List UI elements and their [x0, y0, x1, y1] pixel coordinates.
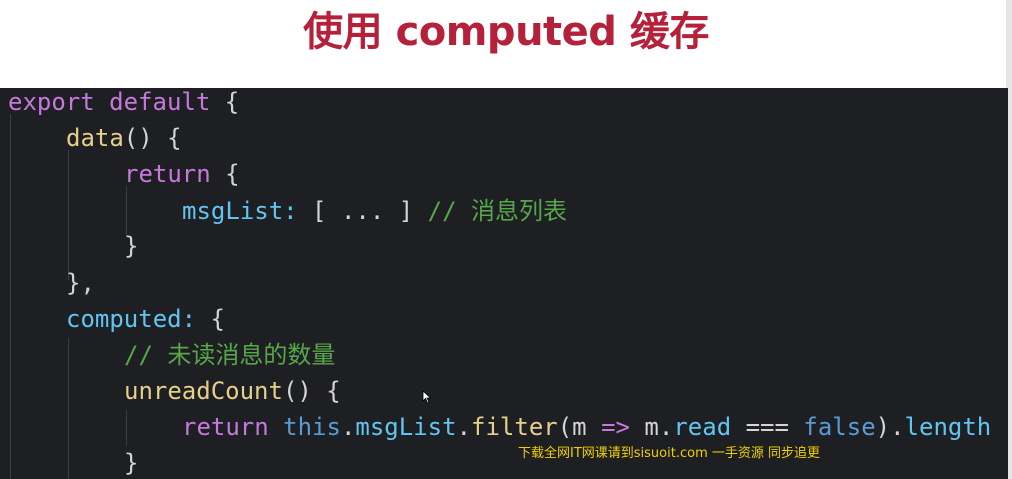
- punctuation: ).: [875, 413, 905, 441]
- code-line-10: return this.msgList.filter(m => m.read =…: [182, 409, 991, 445]
- mouse-pointer-icon: [422, 390, 432, 404]
- operator: ===: [731, 413, 804, 441]
- code-line-9: unreadCount() {: [124, 373, 341, 409]
- arrow-operator: =>: [601, 413, 630, 441]
- punctuation: .: [340, 413, 356, 441]
- code-line-3: return {: [124, 156, 240, 192]
- code-line-11: }: [124, 445, 138, 479]
- punctuation: {: [196, 305, 225, 333]
- code-line-1: export default {: [8, 88, 239, 120]
- comment: // 消息列表: [427, 197, 567, 225]
- keyword: return: [182, 413, 269, 441]
- this-keyword: this: [283, 413, 341, 441]
- indent-guide: [126, 410, 127, 446]
- indent-guide: [10, 114, 11, 479]
- code-line-2: data() {: [66, 120, 182, 156]
- function-name: filter: [471, 413, 558, 441]
- property: msgList:: [182, 197, 298, 225]
- comment: // 未读消息的数量: [124, 341, 336, 369]
- indent-guide: [68, 150, 69, 280]
- property: read: [673, 413, 732, 441]
- code-line-6: },: [66, 265, 95, 301]
- punctuation: m.: [629, 413, 674, 441]
- function-name: data: [66, 124, 124, 152]
- code-editor[interactable]: export default { data() { return { msgLi…: [0, 88, 1008, 479]
- code-line-4: msgList: [ ... ] // 消息列表: [182, 193, 567, 229]
- watermark-text: 下载全网IT网课请到sisuoit.com 一手资源 同步追更: [518, 446, 820, 461]
- punctuation: {: [210, 160, 240, 188]
- indent-guide: [68, 338, 69, 479]
- property: length: [904, 413, 992, 441]
- slide-title: 使用 computed 缓存: [303, 9, 709, 55]
- punctuation: () {: [282, 377, 341, 405]
- punctuation: .: [456, 413, 472, 441]
- punctuation: }: [124, 232, 139, 260]
- function-name: unreadCount: [124, 377, 283, 405]
- boolean: false: [803, 413, 876, 441]
- punctuation: }: [124, 449, 139, 477]
- punctuation: (m: [557, 413, 602, 441]
- punctuation: },: [66, 269, 95, 297]
- code-line-5: }: [124, 228, 138, 264]
- punctuation: () {: [123, 124, 182, 152]
- code-line-7: computed: {: [66, 301, 225, 337]
- property: computed:: [66, 305, 197, 333]
- keyword: export default: [8, 88, 211, 116]
- punctuation: {: [210, 88, 240, 116]
- code-line-8: // 未读消息的数量: [124, 337, 335, 373]
- keyword: return: [124, 160, 211, 188]
- property: msgList: [355, 413, 457, 441]
- punctuation: [ ... ]: [297, 197, 428, 225]
